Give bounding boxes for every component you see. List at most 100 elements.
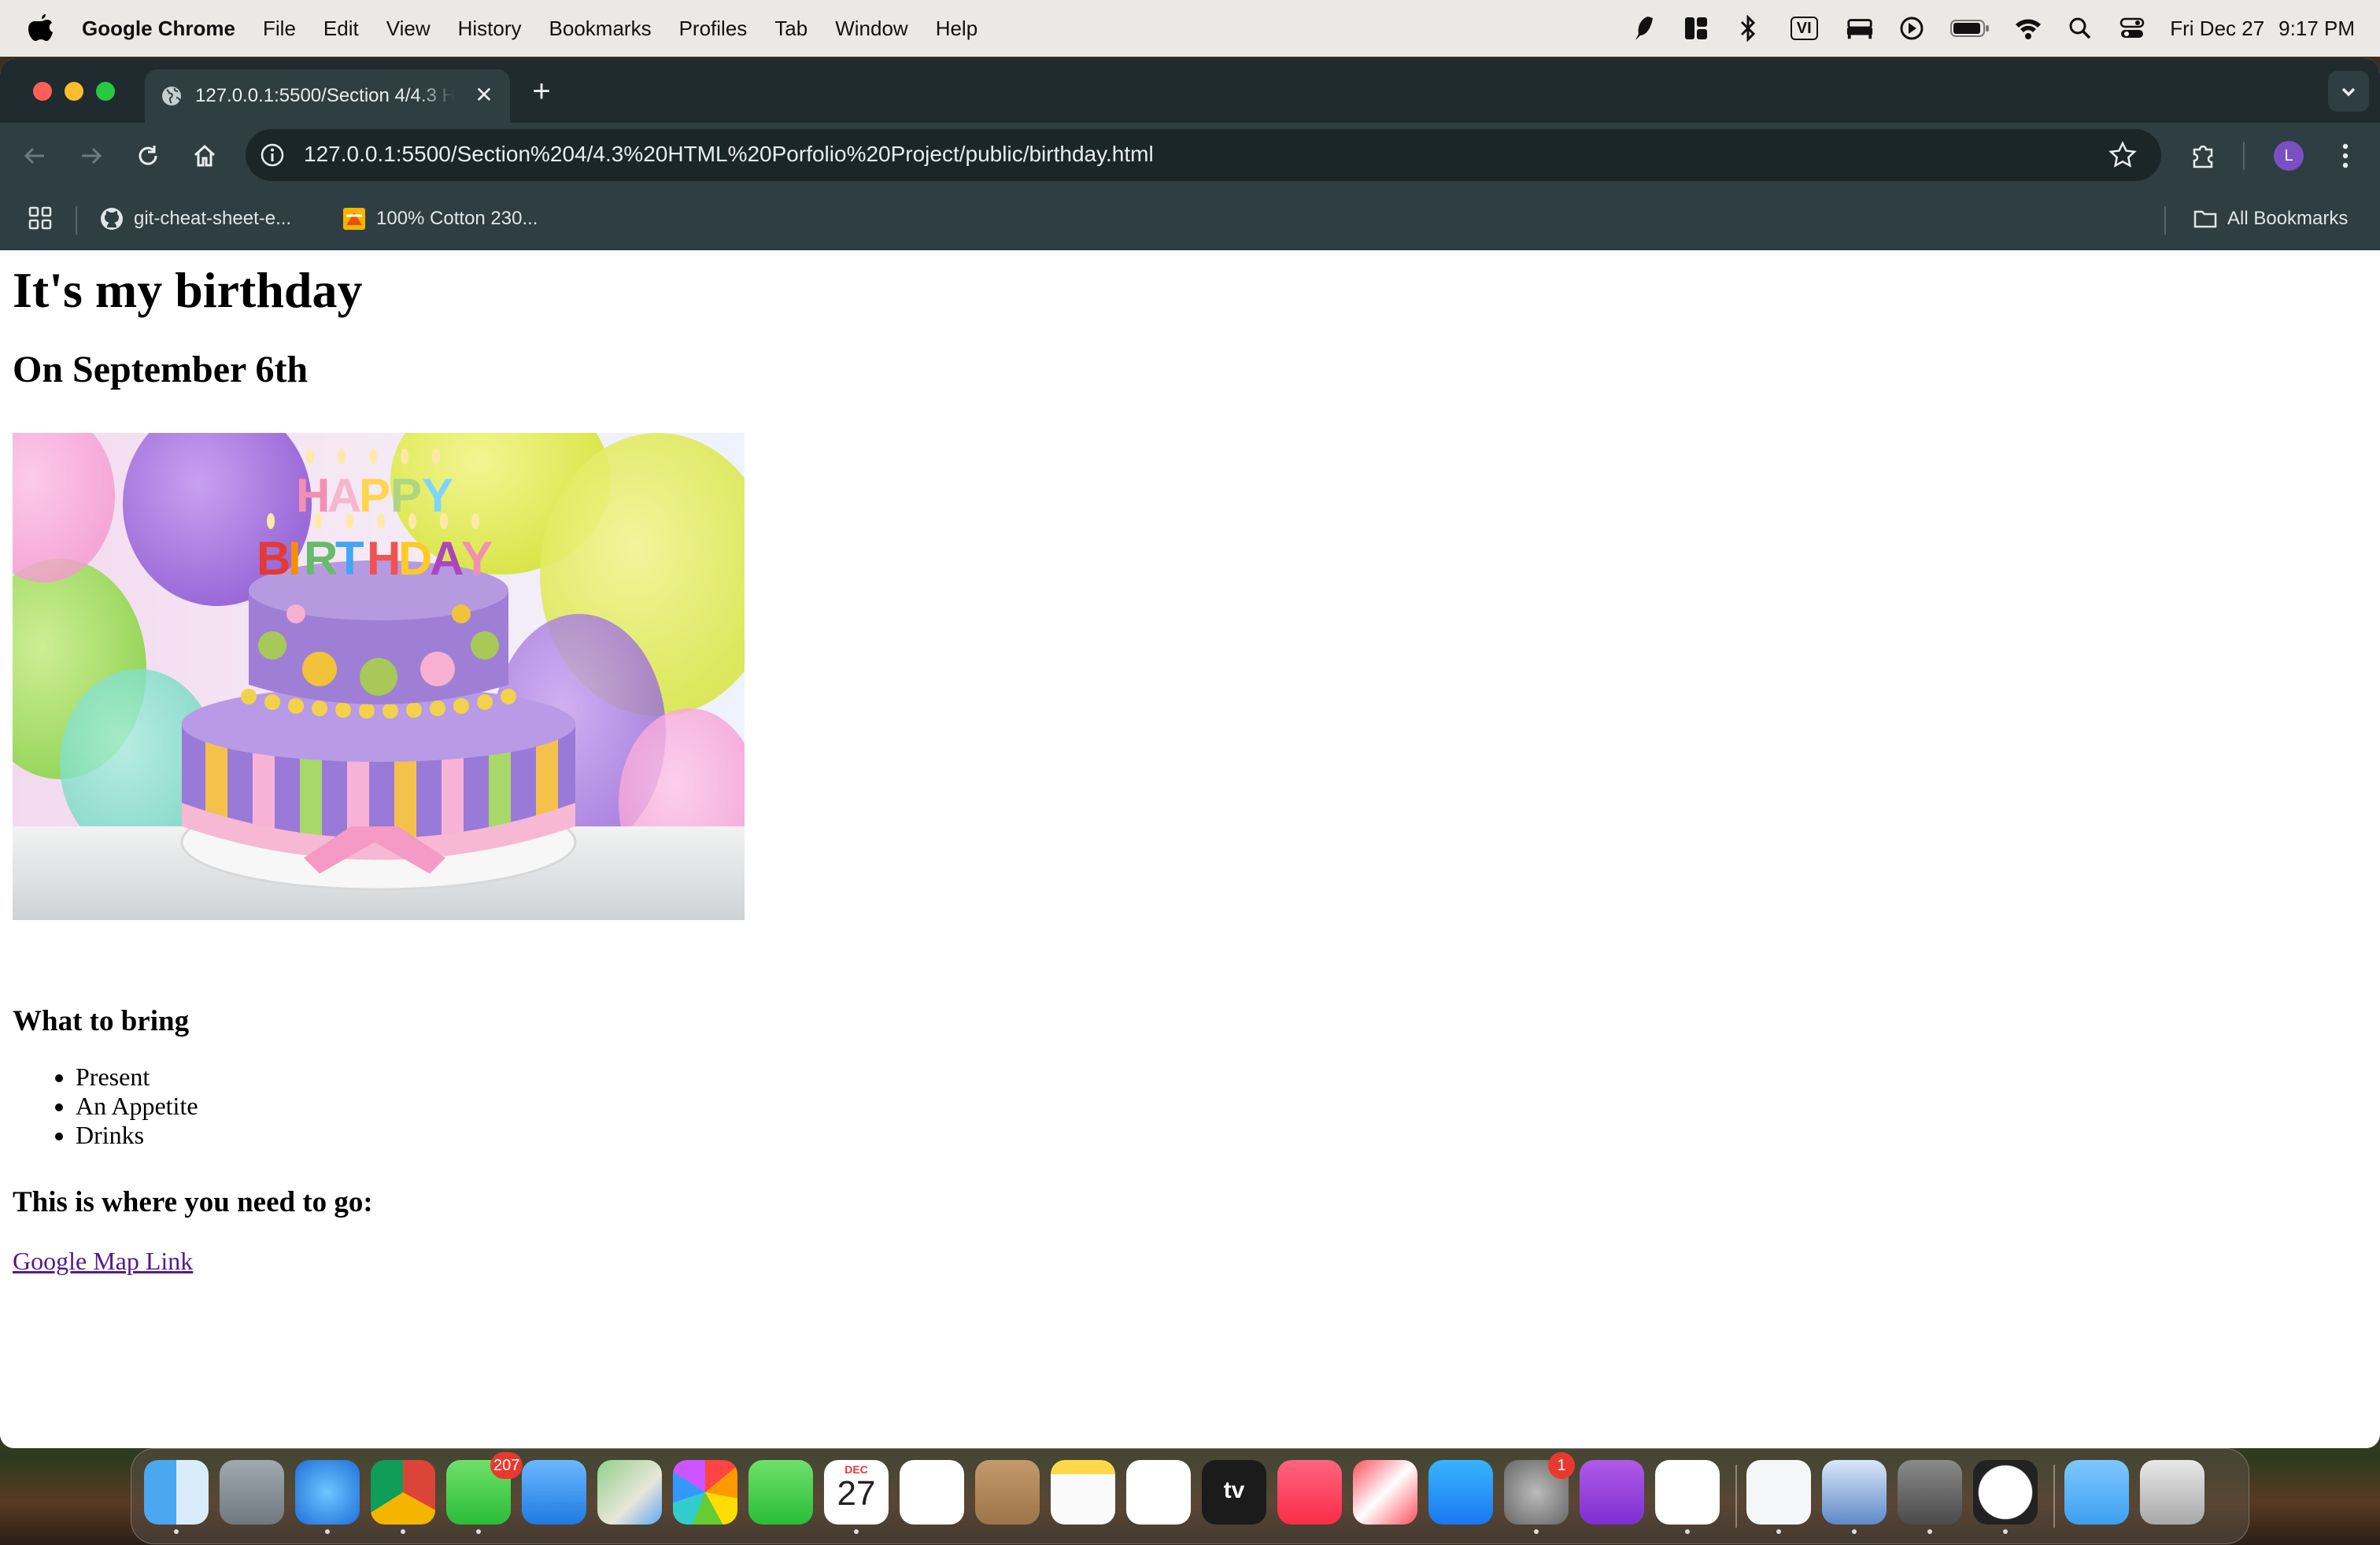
running-indicator (1534, 1529, 1539, 1534)
address-bar[interactable]: 127.0.0.1:5500/Section%204/4.3%20HTML%20… (246, 129, 2161, 181)
site-info-icon[interactable] (260, 142, 285, 168)
bookmark-label: 100% Cotton 230... (376, 208, 538, 229)
scrivener-icon[interactable] (1746, 1460, 1811, 1525)
menu-view[interactable]: View (386, 17, 431, 41)
svg-text:Y: Y (422, 469, 453, 522)
menu-bar-status-area: VI Fri Dec 27 9:17 PM (1630, 0, 2355, 57)
feedback-icon[interactable] (1580, 1460, 1644, 1525)
bookmark-star-icon[interactable] (2108, 140, 2138, 170)
calendar-icon[interactable]: DEC 27 (824, 1460, 889, 1525)
scrivener-icon[interactable] (1630, 14, 1658, 43)
list-item: Drinks (76, 1121, 198, 1150)
downloads-folder-icon[interactable] (2064, 1460, 2129, 1525)
menu-tab[interactable]: Tab (774, 17, 808, 41)
menu-app-name[interactable]: Google Chrome (82, 17, 235, 41)
reload-button[interactable] (129, 137, 167, 175)
apple-icon[interactable] (27, 13, 55, 44)
reload-icon (139, 146, 157, 165)
browser-toolbar: 127.0.0.1:5500/Section%204/4.3%20HTML%20… (0, 123, 2380, 189)
menu-profiles[interactable]: Profiles (679, 17, 748, 41)
chrome-menu-button[interactable] (2326, 137, 2364, 175)
menu-bar-date[interactable]: Fri Dec 27 (2170, 17, 2264, 41)
menu-help[interactable]: Help (936, 17, 978, 41)
running-indicator (2003, 1529, 2008, 1534)
menu-bookmarks[interactable]: Bookmarks (549, 17, 652, 41)
new-tab-button[interactable]: + (526, 76, 557, 107)
browser-window: 127.0.0.1:5500/Section 4/4.3 HTML Porfol… (0, 58, 2380, 1448)
svg-text:P: P (359, 469, 390, 522)
safari-icon[interactable] (295, 1460, 360, 1525)
battery-icon[interactable] (1949, 14, 1990, 43)
vi-input-label: VI (1790, 17, 1818, 40)
freeform-icon[interactable] (1126, 1460, 1191, 1525)
reminders-icon[interactable] (900, 1460, 964, 1525)
running-indicator (854, 1529, 859, 1534)
spotlight-search-icon[interactable] (2066, 14, 2094, 43)
facetime-icon[interactable] (748, 1460, 813, 1525)
google-map-link[interactable]: Google Map Link (13, 1247, 193, 1276)
tv-label: tv (1223, 1477, 1245, 1503)
notification-badge: 1 (1548, 1452, 1575, 1479)
contacts-icon[interactable] (975, 1460, 1040, 1525)
svg-text:Y: Y (461, 532, 493, 585)
bring-heading: What to bring (13, 1005, 190, 1037)
mail-icon[interactable] (522, 1460, 586, 1525)
calendar-day: 27 (837, 1474, 876, 1513)
menu-file[interactable]: File (263, 17, 296, 41)
music-icon[interactable] (1277, 1460, 1342, 1525)
folder-icon (2193, 210, 2217, 228)
bookmark-cotton[interactable]: 100% Cotton 230... (342, 206, 538, 231)
close-window-button[interactable] (33, 82, 52, 101)
news-icon[interactable] (1353, 1460, 1417, 1525)
launchpad-icon[interactable] (220, 1460, 284, 1525)
all-bookmarks-button[interactable]: All Bookmarks (2193, 206, 2348, 231)
photos-icon[interactable] (673, 1460, 737, 1525)
preview-icon[interactable] (1822, 1460, 1887, 1525)
tab-search-button[interactable] (2328, 71, 2369, 112)
play-icon[interactable] (1898, 14, 1926, 43)
vscode-icon[interactable] (1655, 1460, 1720, 1525)
zoom-window-button[interactable] (96, 82, 115, 101)
close-tab-icon[interactable]: ✕ (472, 83, 496, 107)
wifi-icon[interactable] (2014, 14, 2042, 43)
extensions-button[interactable] (2185, 137, 2223, 175)
clock-icon[interactable] (1973, 1460, 2038, 1525)
forward-button[interactable] (72, 137, 110, 175)
bluetooth-icon[interactable] (1734, 14, 1762, 43)
back-button[interactable] (16, 137, 54, 175)
menu-history[interactable]: History (458, 17, 522, 41)
apps-grid-icon (28, 206, 52, 230)
bookmark-git-cheat-sheet[interactable]: git-cheat-sheet-e... (99, 206, 291, 231)
all-bookmarks-label: All Bookmarks (2227, 208, 2349, 229)
profile-button[interactable]: L (2270, 137, 2308, 175)
tab-title: 127.0.0.1:5500/Section 4/4.3 HTML Porfol… (195, 85, 455, 106)
running-indicator (1927, 1529, 1932, 1534)
apps-shortcut[interactable] (28, 206, 52, 230)
dock-separator (2053, 1465, 2055, 1528)
notification-badge: 207 (490, 1452, 523, 1479)
layout-icon[interactable] (1682, 14, 1710, 43)
menu-window[interactable]: Window (835, 17, 907, 41)
control-center-icon[interactable] (2118, 14, 2146, 43)
tab-birthday[interactable]: 127.0.0.1:5500/Section 4/4.3 HTML Porfol… (145, 69, 510, 123)
calculator-icon[interactable] (1898, 1460, 1962, 1525)
apple-tv-icon[interactable]: tv (1202, 1460, 1266, 1525)
bookmarks-divider (2164, 206, 2166, 235)
menu-edit[interactable]: Edit (323, 17, 359, 41)
url-text[interactable]: 127.0.0.1:5500/Section%204/4.3%20HTML%20… (304, 142, 1154, 167)
maps-icon[interactable] (597, 1460, 662, 1525)
running-indicator (476, 1529, 481, 1534)
home-button[interactable] (186, 137, 224, 175)
list-item: An Appetite (76, 1092, 198, 1121)
store-icon (343, 208, 365, 230)
finder-icon[interactable] (144, 1460, 209, 1525)
trash-icon[interactable] (2140, 1460, 2204, 1525)
menu-bar-time[interactable]: 9:17 PM (2278, 17, 2355, 41)
chrome-icon[interactable] (371, 1460, 435, 1525)
vi-input-icon[interactable]: VI (1786, 14, 1822, 43)
notes-icon[interactable] (1051, 1460, 1115, 1525)
app-store-icon[interactable] (1428, 1460, 1493, 1525)
running-indicator (325, 1529, 330, 1534)
bed-icon[interactable] (1846, 14, 1874, 43)
minimize-window-button[interactable] (65, 82, 83, 101)
